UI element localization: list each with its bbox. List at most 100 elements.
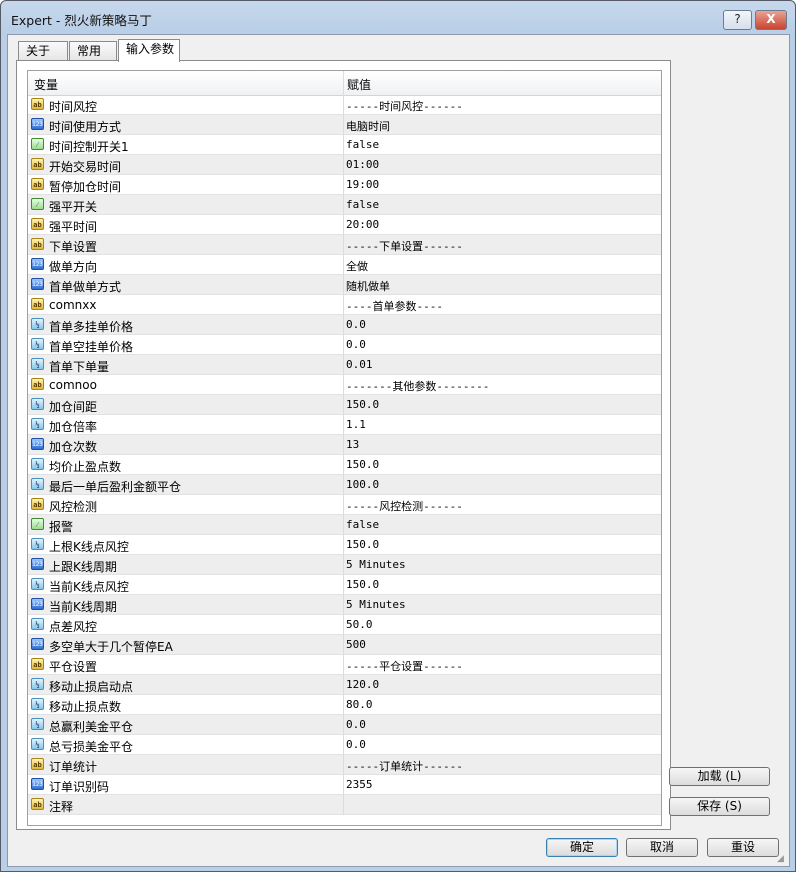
- parameter-value[interactable]: false: [346, 198, 379, 211]
- reset-button[interactable]: 重设: [707, 838, 779, 857]
- parameter-row[interactable]: ½ 移动止损点数 80.0: [28, 695, 661, 715]
- parameter-row[interactable]: 123 做单方向 全做: [28, 255, 661, 275]
- parameter-row[interactable]: ab 时间风控 -----时间风控------: [28, 95, 661, 115]
- column-separator[interactable]: [343, 71, 344, 95]
- parameter-value[interactable]: 1.1: [346, 418, 366, 431]
- parameter-row[interactable]: ½ 首单下单量 0.01: [28, 355, 661, 375]
- parameter-name: 多空单大于几个暂停EA: [49, 640, 173, 654]
- parameter-row[interactable]: ½ 加仓间距 150.0: [28, 395, 661, 415]
- column-header-value[interactable]: 赋值: [347, 76, 371, 93]
- parameter-value[interactable]: -------其他参数--------: [346, 378, 489, 394]
- parameter-row[interactable]: ½ 均价止盈点数 150.0: [28, 455, 661, 475]
- cell-separator: [343, 635, 344, 655]
- help-button[interactable]: ?: [723, 10, 752, 30]
- parameter-row[interactable]: ab 下单设置 -----下单设置------: [28, 235, 661, 255]
- parameter-row[interactable]: 123 上跟K线周期 5 Minutes: [28, 555, 661, 575]
- parameter-value[interactable]: 0.0: [346, 318, 366, 331]
- parameter-row[interactable]: ½ 首单空挂单价格 0.0: [28, 335, 661, 355]
- parameter-name: 时间控制开关1: [49, 140, 129, 154]
- parameter-row[interactable]: ½ 首单多挂单价格 0.0: [28, 315, 661, 335]
- parameter-value[interactable]: 150.0: [346, 398, 379, 411]
- parameter-value[interactable]: -----平仓设置------: [346, 658, 463, 674]
- parameter-row[interactable]: ab 注释: [28, 795, 661, 815]
- parameter-value[interactable]: 100.0: [346, 478, 379, 491]
- parameter-row[interactable]: ⁄ 时间控制开关1 false: [28, 135, 661, 155]
- parameter-value[interactable]: 80.0: [346, 698, 373, 711]
- parameter-row[interactable]: ab 开始交易时间 01:00: [28, 155, 661, 175]
- parameter-name: 风控检测: [49, 500, 98, 514]
- parameter-value[interactable]: -----时间风控------: [346, 98, 463, 114]
- parameter-row[interactable]: ½ 点差风控 50.0: [28, 615, 661, 635]
- parameter-row[interactable]: ½ 加仓倍率 1.1: [28, 415, 661, 435]
- double-type-icon: ½: [31, 418, 44, 430]
- parameter-row[interactable]: ⁄ 强平开关 false: [28, 195, 661, 215]
- parameter-value[interactable]: 5 Minutes: [346, 558, 406, 571]
- close-button[interactable]: X: [755, 10, 787, 30]
- ok-button[interactable]: 确定: [546, 838, 618, 857]
- parameter-value[interactable]: -----订单统计------: [346, 758, 463, 774]
- parameter-row[interactable]: 123 当前K线周期 5 Minutes: [28, 595, 661, 615]
- parameter-value[interactable]: -----下单设置------: [346, 238, 463, 254]
- parameter-row[interactable]: ab comnxx ----首单参数----: [28, 295, 661, 315]
- parameter-row[interactable]: 123 多空单大于几个暂停EA 500: [28, 635, 661, 655]
- parameter-value[interactable]: 13: [346, 438, 359, 451]
- parameter-value[interactable]: ----首单参数----: [346, 298, 443, 314]
- parameter-value[interactable]: 0.01: [346, 358, 373, 371]
- parameter-row[interactable]: 123 加仓次数 13: [28, 435, 661, 455]
- parameter-value[interactable]: -----风控检测------: [346, 498, 463, 514]
- parameter-value[interactable]: 01:00: [346, 158, 379, 171]
- parameter-name: 开始交易时间: [49, 160, 122, 174]
- parameter-value[interactable]: 120.0: [346, 678, 379, 691]
- parameter-value[interactable]: 全做: [346, 258, 368, 274]
- cell-separator: [343, 455, 344, 475]
- parameter-row[interactable]: ab 订单统计 -----订单统计------: [28, 755, 661, 775]
- load-button[interactable]: 加载 (L): [669, 767, 770, 786]
- parameter-value[interactable]: 5 Minutes: [346, 598, 406, 611]
- cell-separator: [343, 795, 344, 815]
- parameter-value[interactable]: 50.0: [346, 618, 373, 631]
- tab-about[interactable]: 关于: [18, 41, 68, 60]
- title-bar[interactable]: Expert - 烈火新策略马丁 ? X: [1, 1, 795, 35]
- parameter-name: 上跟K线周期: [49, 560, 117, 574]
- tab-inputs[interactable]: 输入参数: [118, 39, 180, 62]
- parameter-value[interactable]: false: [346, 138, 379, 151]
- parameter-row[interactable]: ⁄ 报警 false: [28, 515, 661, 535]
- parameter-value[interactable]: 2355: [346, 778, 373, 791]
- parameter-row[interactable]: ab 暂停加仓时间 19:00: [28, 175, 661, 195]
- parameter-row[interactable]: ab comnoo -------其他参数--------: [28, 375, 661, 395]
- parameter-value[interactable]: 电脑时间: [346, 118, 390, 134]
- parameter-row[interactable]: 123 首单做单方式 随机做单: [28, 275, 661, 295]
- parameters-grid[interactable]: 变量 赋值 ab 时间风控 -----时间风控------ 123 时间使用方式 电脑时间…: [27, 70, 662, 826]
- parameter-row[interactable]: ½ 最后一单后盈利金额平仓 100.0: [28, 475, 661, 495]
- parameter-row[interactable]: ab 平仓设置 -----平仓设置------: [28, 655, 661, 675]
- parameter-row[interactable]: 123 订单识别码 2355: [28, 775, 661, 795]
- cancel-button[interactable]: 取消: [626, 838, 698, 857]
- column-header-variable[interactable]: 变量: [34, 76, 58, 93]
- parameter-value[interactable]: 150.0: [346, 458, 379, 471]
- parameter-value[interactable]: 随机做单: [346, 278, 390, 294]
- parameter-row[interactable]: 123 时间使用方式 电脑时间: [28, 115, 661, 135]
- parameter-value[interactable]: 150.0: [346, 538, 379, 551]
- parameter-row[interactable]: ½ 移动止损启动点 120.0: [28, 675, 661, 695]
- parameter-row[interactable]: ½ 总赢利美金平仓 0.0: [28, 715, 661, 735]
- parameter-row[interactable]: ½ 上根K线点风控 150.0: [28, 535, 661, 555]
- parameter-row[interactable]: ½ 总亏损美金平仓 0.0: [28, 735, 661, 755]
- parameter-value[interactable]: 20:00: [346, 218, 379, 231]
- parameter-value[interactable]: 500: [346, 638, 366, 651]
- parameter-value[interactable]: 19:00: [346, 178, 379, 191]
- resize-grip-icon[interactable]: ◢: [777, 854, 787, 864]
- cell-separator: [343, 135, 344, 155]
- parameter-value[interactable]: 0.0: [346, 738, 366, 751]
- parameter-value[interactable]: 150.0: [346, 578, 379, 591]
- parameter-value[interactable]: false: [346, 518, 379, 531]
- parameter-value[interactable]: 0.0: [346, 338, 366, 351]
- save-button[interactable]: 保存 (S): [669, 797, 770, 816]
- parameter-name: 做单方向: [49, 260, 98, 274]
- tab-common[interactable]: 常用: [69, 41, 117, 60]
- string-type-icon: ab: [31, 218, 44, 230]
- parameter-row[interactable]: ½ 当前K线点风控 150.0: [28, 575, 661, 595]
- parameter-row[interactable]: ab 强平时间 20:00: [28, 215, 661, 235]
- double-type-icon: ½: [31, 538, 44, 550]
- parameter-row[interactable]: ab 风控检测 -----风控检测------: [28, 495, 661, 515]
- parameter-value[interactable]: 0.0: [346, 718, 366, 731]
